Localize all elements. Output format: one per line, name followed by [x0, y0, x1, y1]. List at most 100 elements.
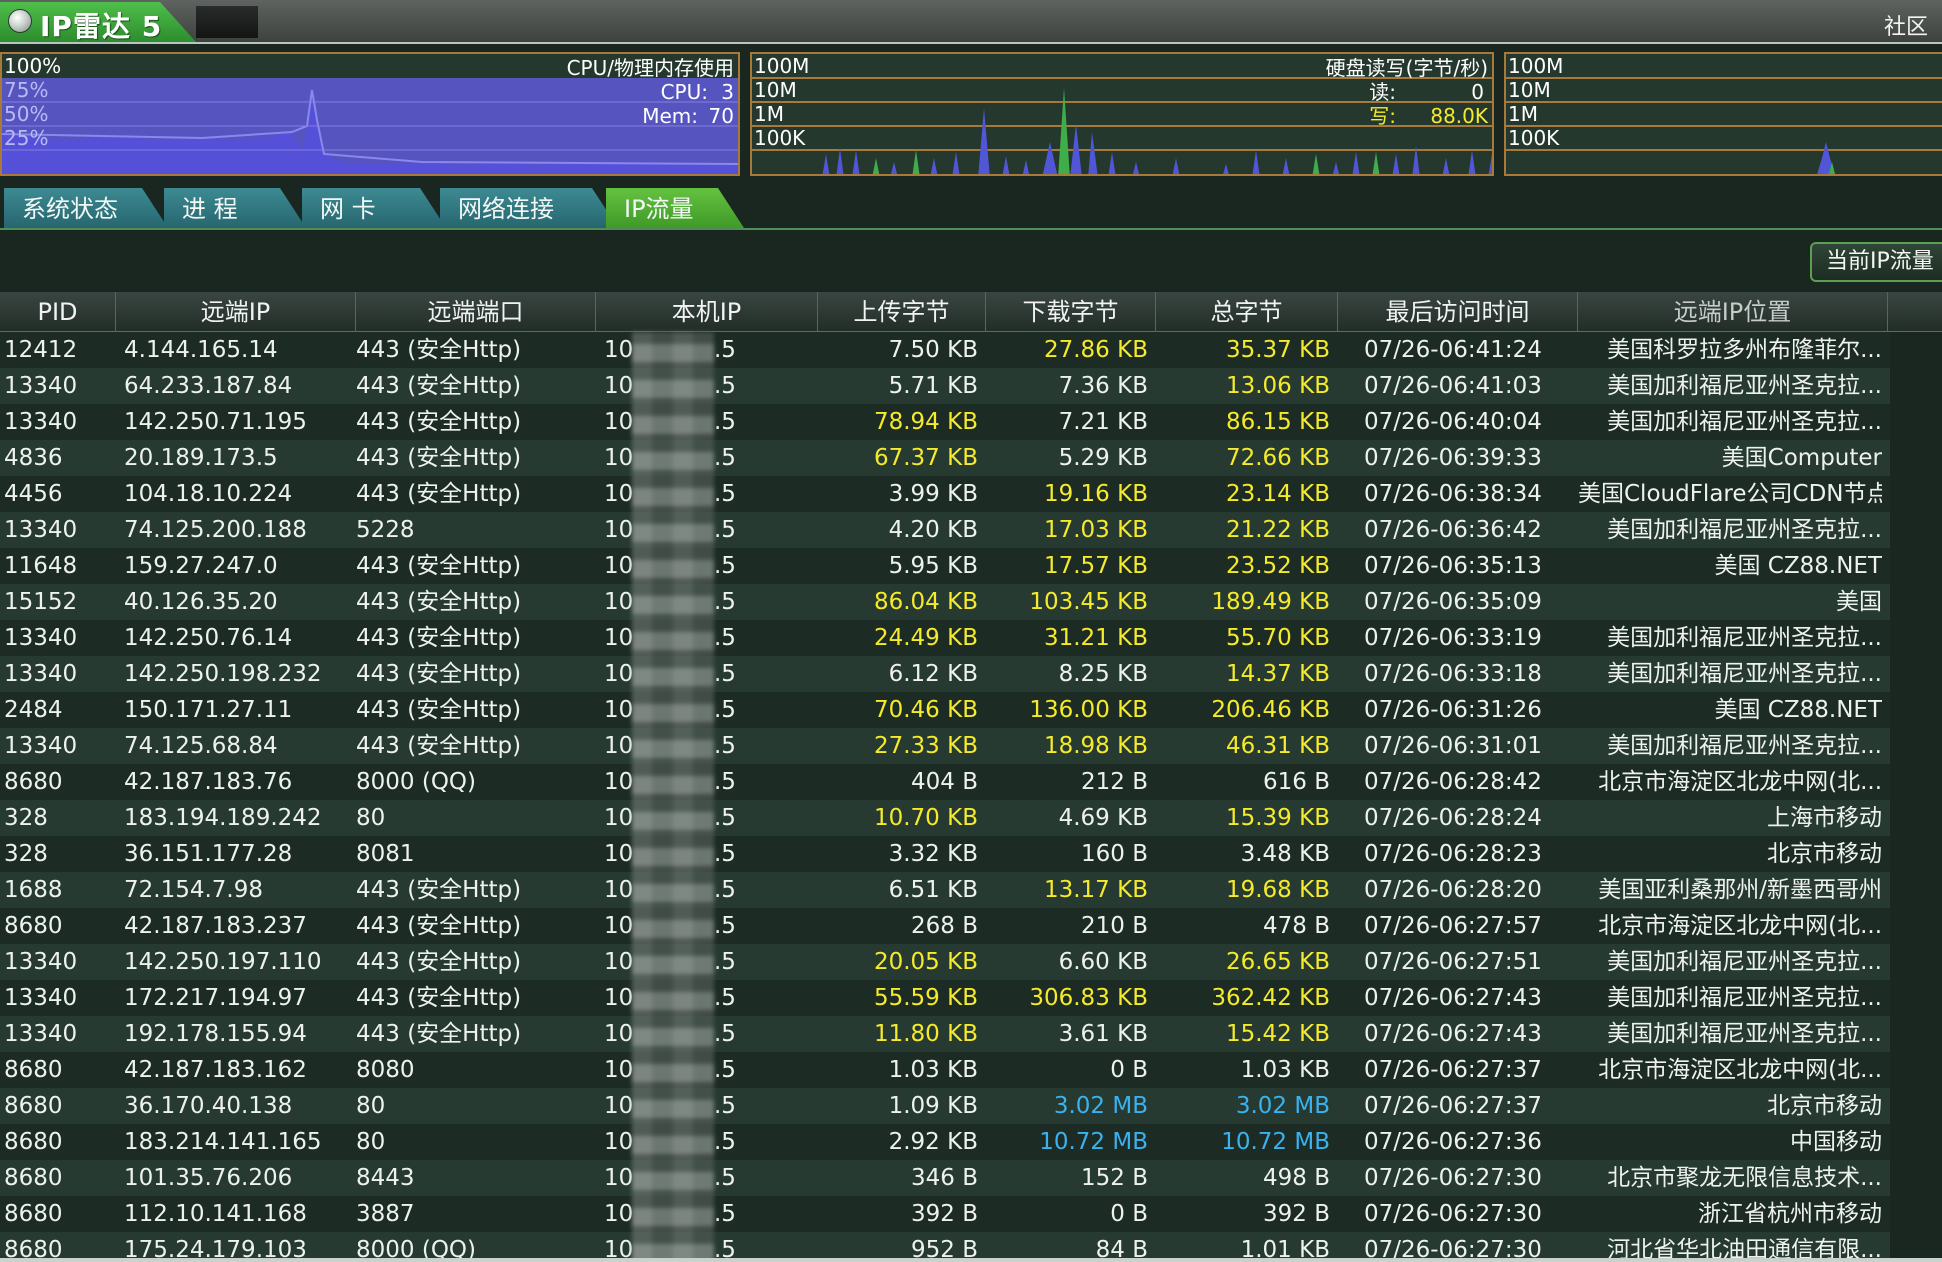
cell-time: 07/26-06:31:01 — [1364, 733, 1542, 759]
header-last-access-time[interactable]: 最后访问时间 — [1338, 292, 1578, 332]
table-row[interactable]: 1688 72.154.7.98 443 (安全Http) 10.5 6.51 KB 13… — [0, 872, 1890, 908]
cell-download: 5.29 KB — [1058, 445, 1148, 471]
header-upload-bytes[interactable]: 上传字节 — [818, 292, 986, 332]
disk-panel-title: 硬盘读写(字节/秒) — [1325, 56, 1488, 80]
header-remote-port[interactable]: 远端端口 — [356, 292, 596, 332]
table-row[interactable]: 2484 150.171.27.11 443 (安全Http) 10.5 70.46 K… — [0, 692, 1890, 728]
cell-location: 美国Computer — [1721, 445, 1882, 471]
cell-upload: 67.37 KB — [873, 445, 978, 471]
cell-total: 26.65 KB — [1225, 949, 1330, 975]
table-row[interactable]: 8680 42.187.183.237 443 (安全Http) 10.5 268 B2… — [0, 908, 1890, 944]
cell-download: 3.61 KB — [1058, 1021, 1148, 1047]
cell-pid: 2484 — [4, 697, 63, 723]
header-pid[interactable]: PID — [0, 292, 116, 332]
cell-pid: 8680 — [4, 1201, 63, 1227]
table-row[interactable]: 13340 64.233.187.84 443 (安全Http) 10.5 5.71 K… — [0, 368, 1890, 404]
table-row[interactable]: 13340 142.250.197.110 443 (安全Http) 10.5 20.0… — [0, 944, 1890, 980]
cell-download: 3.02 MB — [1053, 1093, 1148, 1119]
cell-time: 07/26-06:27:51 — [1364, 949, 1542, 975]
cell-pid: 8680 — [4, 913, 63, 939]
cell-total: 55.70 KB — [1225, 625, 1330, 651]
cell-local-ip-end: .5 — [714, 409, 736, 435]
table-row[interactable]: 8680 42.187.183.76 8000 (QQ) 10.5 404 B 212 B… — [0, 764, 1890, 800]
table-row[interactable]: 328 36.151.177.28 8081 10.5 3.32 KB 160 B 3.48… — [0, 836, 1890, 872]
cell-local-ip-end: .5 — [714, 1093, 736, 1119]
cell-time: 07/26-06:31:26 — [1364, 697, 1542, 723]
table-row[interactable]: 4456 104.18.10.224 443 (安全Http) 10.5 3.99 KB… — [0, 476, 1890, 512]
tab-network-connections[interactable]: 网络连接 — [440, 188, 618, 228]
cell-port: 8081 — [356, 841, 415, 867]
cpu-scale-25: 25% — [4, 126, 49, 150]
table-row[interactable]: 11648 159.27.247.0 443 (安全Http) 10.5 5.95 KB… — [0, 548, 1890, 584]
header-download-bytes[interactable]: 下载字节 — [986, 292, 1156, 332]
cell-upload: 78.94 KB — [873, 409, 978, 435]
cell-port: 443 (安全Http) — [356, 877, 522, 903]
cell-remote-ip: 159.27.247.0 — [124, 553, 278, 579]
cell-download: 8.25 KB — [1058, 661, 1148, 687]
table-row[interactable]: 13340 74.125.68.84 443 (安全Http) 10.5 27.33 K… — [0, 728, 1890, 764]
community-link[interactable]: 社区 — [1884, 9, 1928, 41]
cell-pid: 328 — [4, 805, 48, 831]
table-row[interactable]: 13340 74.125.200.188 5228 10.5 4.20 KB 17.03 … — [0, 512, 1890, 548]
table-row[interactable]: 8680 101.35.76.206 8443 10.5 346 B 152 B 498 B… — [0, 1160, 1890, 1196]
cell-remote-ip: 42.187.183.237 — [124, 913, 307, 939]
cell-remote-ip: 142.250.71.195 — [124, 409, 307, 435]
cell-local-ip-end: .5 — [714, 373, 736, 399]
header-remote-location[interactable]: 远端IP位置 — [1578, 292, 1888, 332]
tab-network-adapters[interactable]: 网 卡 — [302, 188, 446, 228]
header-total-bytes[interactable]: 总字节 — [1156, 292, 1338, 332]
table-row[interactable]: 328 183.194.189.242 80 10.5 10.70 KB 4.69 KB 1… — [0, 800, 1890, 836]
cell-port: 443 (安全Http) — [356, 553, 522, 579]
cell-upload: 7.50 KB — [888, 337, 978, 363]
table-row[interactable]: 8680 42.187.183.162 8080 10.5 1.03 KB 0 B 1.03… — [0, 1052, 1890, 1088]
cpu-scale-100: 100% — [4, 54, 62, 78]
table-header: PID 远端IP 远端端口 本机IP 上传字节 下载字节 总字节 最后访问时间 远端IP位置 — [0, 292, 1942, 332]
header-remote-ip[interactable]: 远端IP — [116, 292, 356, 332]
table-row[interactable]: 8680 183.214.141.165 80 10.5 2.92 KB 10.72 MB… — [0, 1124, 1890, 1160]
current-ip-traffic-button[interactable]: 当前IP流量 — [1810, 242, 1942, 282]
table-row[interactable]: 15152 40.126.35.20 443 (安全Http) 10.5 86.04 K… — [0, 584, 1890, 620]
cell-upload: 1.03 KB — [888, 1057, 978, 1083]
cell-upload: 5.71 KB — [888, 373, 978, 399]
table-row[interactable]: 8680 112.10.141.168 3887 10.5 392 B0 B 392 B0… — [0, 1196, 1890, 1232]
tab-processes[interactable]: 进 程 — [164, 188, 306, 228]
tab-system-status[interactable]: 系统状态 — [4, 188, 168, 228]
cell-total: 15.39 KB — [1225, 805, 1330, 831]
cell-download: 17.57 KB — [1043, 553, 1148, 579]
cell-time: 07/26-06:28:20 — [1364, 877, 1542, 903]
cell-location: 美国 CZ88.NET — [1714, 697, 1883, 723]
cell-total: 1.03 KB — [1240, 1057, 1330, 1083]
cell-remote-ip: 142.250.198.232 — [124, 661, 322, 687]
cell-local-ip-end: .5 — [714, 841, 736, 867]
cell-remote-ip: 101.35.76.206 — [124, 1165, 293, 1191]
cell-upload: 268 B — [911, 913, 978, 939]
cell-local-ip-end: .5 — [714, 877, 736, 903]
cell-remote-ip: 183.214.141.165 — [124, 1129, 322, 1155]
cell-local-ip-end: .5 — [714, 697, 736, 723]
cell-download: 136.00 KB — [1029, 697, 1148, 723]
header-local-ip[interactable]: 本机IP — [596, 292, 818, 332]
table-row[interactable]: 4836 20.189.173.5 443 (安全Http) 10.5 67.37 KB… — [0, 440, 1890, 476]
cell-pid: 4836 — [4, 445, 63, 471]
table-row[interactable]: 8680 36.170.40.138 80 10.5 1.09 KB 3.02 MB 3.0… — [0, 1088, 1890, 1124]
cell-download: 6.60 KB — [1058, 949, 1148, 975]
cell-upload: 2.92 KB — [888, 1129, 978, 1155]
table-row[interactable]: 13340 192.178.155.94 443 (安全Http) 10.5 11.80… — [0, 1016, 1890, 1052]
cell-total: 3.02 MB — [1235, 1093, 1330, 1119]
cell-pid: 13340 — [4, 373, 78, 399]
cell-total: 616 B — [1263, 769, 1330, 795]
cell-local-ip-end: .5 — [714, 769, 736, 795]
cell-port: 443 (安全Http) — [356, 949, 522, 975]
table-row[interactable]: 13340 142.250.71.195 443 (安全Http) 10.5 78.94… — [0, 404, 1890, 440]
cell-location: 美国加利福尼亚州圣克拉... — [1607, 517, 1882, 543]
cell-location: 美国CloudFlare公司CDN节点 — [1578, 481, 1882, 507]
disk-io-panel: 100M 10M 1M 100K 硬盘读写(字节/秒) 读: 0 写: 88.0… — [750, 52, 1494, 176]
table-row[interactable]: 13340 172.217.194.97 443 (安全Http) 10.5 55.59… — [0, 980, 1890, 1016]
table-row[interactable]: 13340 142.250.198.232 443 (安全Http) 10.5 6.12… — [0, 656, 1890, 692]
table-row[interactable]: 13340 142.250.76.14 443 (安全Http) 10.5 24.49 … — [0, 620, 1890, 656]
cell-time: 07/26-06:40:04 — [1364, 409, 1542, 435]
cell-pid: 13340 — [4, 733, 78, 759]
tab-ip-traffic[interactable]: IP流量 — [606, 188, 744, 228]
net-scale-100m: 100M — [1508, 54, 1564, 78]
table-row[interactable]: 12412 4.144.165.14 443 (安全Http) 10.5 7.50 KB… — [0, 332, 1890, 368]
